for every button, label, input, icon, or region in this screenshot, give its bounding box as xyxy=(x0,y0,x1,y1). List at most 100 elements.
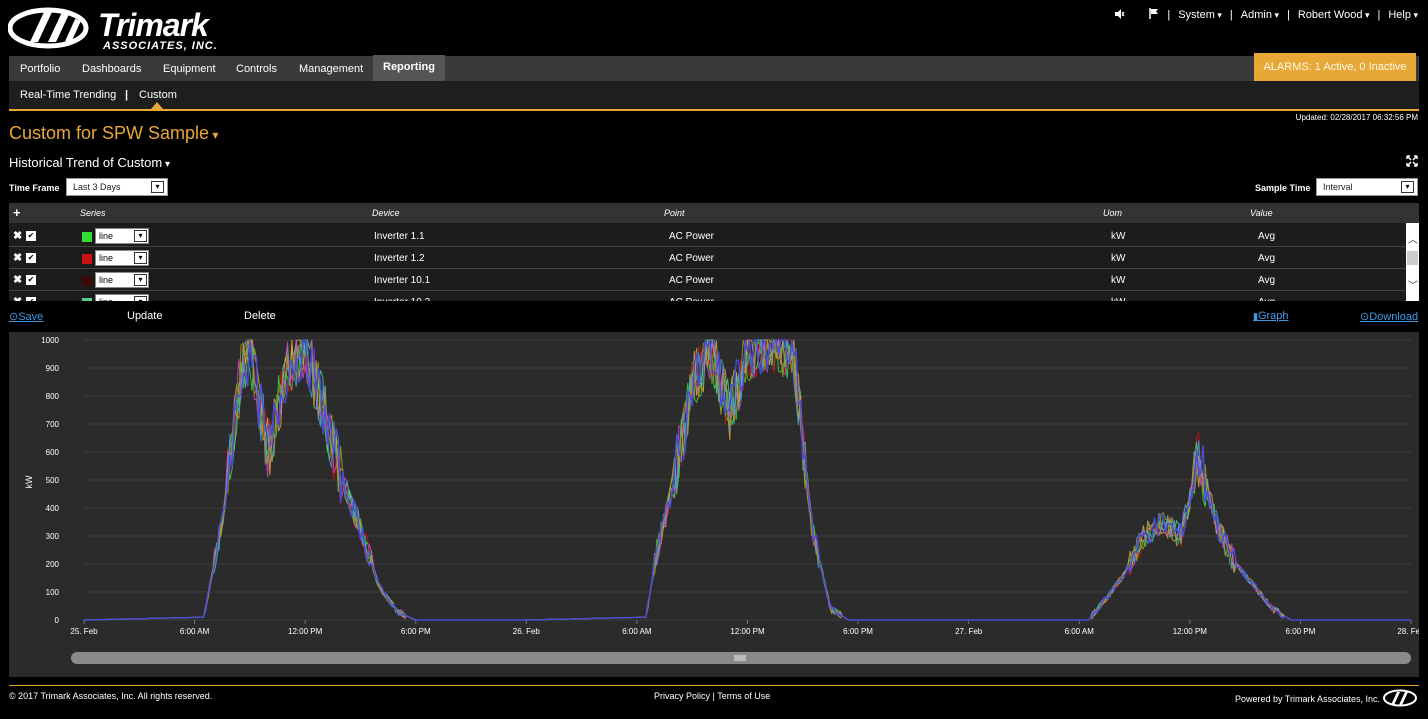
table-scrollbar[interactable]: ︿ ﹀ xyxy=(1406,223,1419,301)
alarms-badge[interactable]: ALARMS: 1 Active, 0 Inactive xyxy=(1254,53,1416,81)
series-color-swatch[interactable] xyxy=(82,232,92,242)
series-point: AC Power xyxy=(669,231,715,242)
series-table: + Series Device Point Uom Value ✖ ✔ line ▾ I… xyxy=(9,203,1419,301)
trend-chart-svg: 0 100 200 300 400 500 600 700 800 900 1000 kW 25. Fe… xyxy=(24,336,1419,664)
separator: | xyxy=(1167,9,1171,21)
chevron-down-icon[interactable]: ﹀ xyxy=(1408,277,1418,292)
series-visible-checkbox[interactable]: ✔ xyxy=(26,275,36,285)
footer-powered-by: Powered by Trimark Associates, Inc. xyxy=(1234,694,1380,704)
table-row: ✖ ✔ line ▾ Inverter 1.2 AC Power kW Avg xyxy=(9,247,1406,269)
remove-series-icon[interactable]: ✖ xyxy=(13,229,22,242)
series-style-select[interactable]: line ▾ xyxy=(95,250,149,266)
subnav-custom[interactable]: Custom xyxy=(139,89,177,101)
tab-portfolio[interactable]: Portfolio xyxy=(20,56,60,81)
series-style-value: line xyxy=(99,297,113,301)
series-point: AC Power xyxy=(669,253,715,264)
fullscreen-icon[interactable] xyxy=(1406,155,1418,170)
series-value: Avg xyxy=(1258,297,1275,301)
y-tick-label: 200 xyxy=(46,560,60,569)
remove-series-icon[interactable]: ✖ xyxy=(13,251,22,264)
remove-series-icon[interactable]: ✖ xyxy=(13,273,22,286)
x-tick-label: 12:00 PM xyxy=(288,627,323,636)
timeframe-value: Last 3 Days xyxy=(73,182,121,192)
y-tick-label: 900 xyxy=(46,364,60,373)
sample-time-select[interactable]: Interval ▾ xyxy=(1316,178,1418,196)
tab-dashboards[interactable]: Dashboards xyxy=(82,56,141,81)
col-series: Series xyxy=(80,208,106,218)
y-tick-label: 400 xyxy=(46,504,60,513)
y-tick-label: 300 xyxy=(46,532,60,541)
flag-icon[interactable] xyxy=(1149,8,1159,22)
x-tick-label: 26. Feb xyxy=(513,627,541,636)
tab-equipment[interactable]: Equipment xyxy=(163,56,216,81)
trimark-logo-icon xyxy=(7,7,89,49)
help-menu[interactable]: Help xyxy=(1388,9,1418,21)
series-color-swatch[interactable] xyxy=(82,276,92,286)
series-value: Avg xyxy=(1258,253,1276,264)
add-series-button[interactable]: + xyxy=(13,205,21,220)
footer-divider xyxy=(9,685,1419,686)
save-button[interactable]: ⊙Save xyxy=(9,310,43,323)
scroll-thumb[interactable] xyxy=(1407,251,1418,265)
series-color-swatch[interactable] xyxy=(82,254,92,264)
y-tick-label: 1000 xyxy=(41,336,59,345)
graph-button[interactable]: ▮Graph xyxy=(1253,310,1289,322)
save-label: Save xyxy=(18,311,44,323)
brand-subtitle: ASSOCIATES, INC. xyxy=(103,40,218,52)
separator: | xyxy=(1377,9,1381,21)
separator: | xyxy=(1286,9,1290,21)
series-style-select[interactable]: line ▾ xyxy=(95,228,149,244)
tab-reporting[interactable]: Reporting xyxy=(373,55,445,81)
series-uom: kW xyxy=(1111,231,1126,242)
series-value: Avg xyxy=(1258,275,1276,286)
table-header: + Series Device Point Uom Value xyxy=(9,203,1419,223)
subnav-separator: | xyxy=(125,89,129,101)
subnav-real-time-trending[interactable]: Real-Time Trending xyxy=(20,89,116,101)
x-tick-label: 6:00 PM xyxy=(401,627,431,636)
series-style-select[interactable]: line ▾ xyxy=(95,294,149,301)
series-device: Inverter 10.2 xyxy=(374,297,430,301)
y-tick-label: 700 xyxy=(46,420,60,429)
update-button[interactable]: Update xyxy=(127,310,162,322)
x-tick-label: 6:00 AM xyxy=(180,627,210,636)
system-menu[interactable]: System xyxy=(1178,9,1222,21)
trend-chart[interactable]: 0 100 200 300 400 500 600 700 800 900 1000 kW 25. Fe… xyxy=(9,332,1419,677)
page-title[interactable]: Custom for SPW Sample xyxy=(9,123,218,144)
delete-button[interactable]: Delete xyxy=(244,310,276,322)
series-uom: kW xyxy=(1111,275,1126,286)
chevron-down-icon: ▾ xyxy=(151,181,164,193)
series-color-swatch[interactable] xyxy=(82,298,92,301)
chevron-down-icon: ▾ xyxy=(134,274,147,286)
series-visible-checkbox[interactable]: ✔ xyxy=(26,231,36,241)
remove-series-icon[interactable]: ✖ xyxy=(13,295,22,301)
admin-menu[interactable]: Admin xyxy=(1241,9,1279,21)
tab-management[interactable]: Management xyxy=(299,56,363,81)
series-point: AC Power xyxy=(669,297,714,301)
footer-links[interactable]: Privacy Policy | Terms of Use xyxy=(654,691,770,701)
sample-time-label: Sample Time xyxy=(1255,183,1311,193)
chart-subtitle[interactable]: Historical Trend of Custom xyxy=(9,155,170,170)
timeframe-select[interactable]: Last 3 Days ▾ xyxy=(66,178,168,196)
sample-time-value: Interval xyxy=(1323,182,1353,192)
y-tick-label: 100 xyxy=(46,588,60,597)
series-value: Avg xyxy=(1258,231,1276,242)
series-visible-checkbox[interactable]: ✔ xyxy=(26,253,36,263)
y-tick-label: 500 xyxy=(46,476,60,485)
series-style-value: line xyxy=(99,253,114,263)
app-header: Trimark ASSOCIATES, INC. | System | Admi… xyxy=(0,0,1428,56)
series-visible-checkbox[interactable]: ✔ xyxy=(26,297,36,301)
x-tick-label: 6:00 AM xyxy=(1065,627,1095,636)
y-tick-label: 600 xyxy=(46,448,60,457)
user-menu[interactable]: Robert Wood xyxy=(1298,9,1370,21)
speaker-mute-icon[interactable] xyxy=(1114,8,1125,22)
download-button[interactable]: ⊙Download xyxy=(1360,310,1418,323)
x-tick-label: 12:00 PM xyxy=(730,627,765,636)
updated-timestamp: Updated: 02/28/2017 06:32:56 PM xyxy=(1295,113,1418,122)
chevron-up-icon[interactable]: ︿ xyxy=(1408,231,1418,246)
series-style-select[interactable]: line ▾ xyxy=(95,272,149,288)
tab-controls[interactable]: Controls xyxy=(236,56,277,81)
chevron-down-icon: ▾ xyxy=(134,296,147,301)
series-style-value: line xyxy=(99,231,114,241)
trimark-logo[interactable]: Trimark ASSOCIATES, INC. xyxy=(7,4,218,54)
x-tick-label: 6:00 PM xyxy=(843,627,873,636)
